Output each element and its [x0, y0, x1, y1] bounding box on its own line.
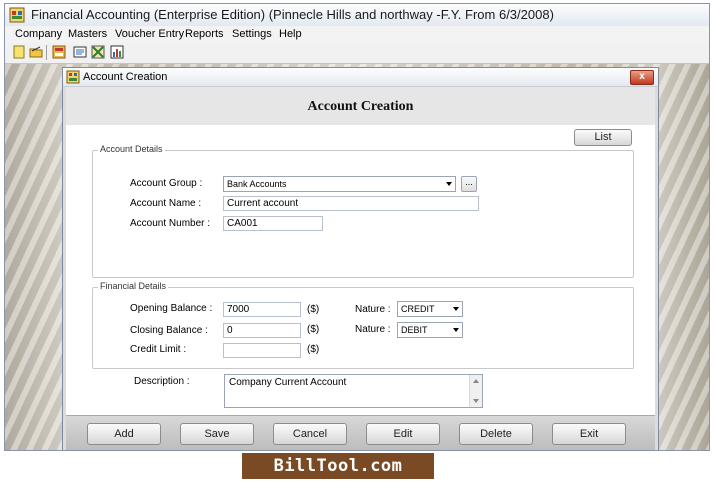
account-number-input[interactable]: CA001 — [223, 216, 323, 231]
nature-opening-label: Nature : — [355, 304, 391, 315]
account-details-legend: Account Details — [98, 144, 165, 154]
add-button[interactable]: Add — [87, 423, 161, 445]
credit-limit-unit: ($) — [307, 344, 320, 355]
calculator-icon[interactable] — [52, 45, 66, 59]
page-title: Account Creation — [307, 99, 414, 114]
menu-company[interactable]: Company — [15, 28, 62, 40]
window-title: Financial Accounting (Enterprise Edition… — [31, 7, 554, 22]
financial-details-legend: Financial Details — [98, 281, 169, 291]
action-bar: Add Save Cancel Edit Delete Exit — [66, 415, 655, 450]
dialog-title: Account Creation — [83, 71, 168, 83]
closing-balance-unit: ($) — [307, 324, 320, 335]
opening-balance-input[interactable]: 7000 — [223, 302, 301, 317]
menu-reports[interactable]: Reports — [185, 28, 224, 40]
chevron-down-icon — [453, 307, 459, 311]
nature-closing-value: DEBIT — [401, 325, 428, 335]
toolbar-separator — [46, 45, 47, 60]
account-name-input[interactable]: Current account — [223, 196, 479, 211]
nature-closing-select[interactable]: DEBIT — [397, 322, 463, 338]
menu-help[interactable]: Help — [279, 28, 302, 40]
edit-button[interactable]: Edit — [366, 423, 440, 445]
exit-button[interactable]: Exit — [552, 423, 626, 445]
account-creation-dialog: Account Creation x Account Creation List… — [62, 67, 659, 450]
description-scrollbar[interactable] — [469, 375, 482, 407]
dialog-app-icon — [66, 70, 80, 84]
account-group-label: Account Group : — [130, 178, 203, 189]
open-icon[interactable] — [29, 45, 43, 59]
account-details-group: Account Details Account Group : Bank Acc… — [92, 144, 634, 278]
browse-button[interactable]: ... — [461, 176, 477, 192]
account-number-label: Account Number : — [130, 218, 211, 229]
save-button[interactable]: Save — [180, 423, 254, 445]
menu-bar: Company Masters Voucher Entry Reports Se… — [5, 26, 709, 44]
description-label: Description : — [134, 376, 190, 387]
opening-balance-unit: ($) — [307, 304, 320, 315]
scroll-down-icon[interactable] — [473, 399, 479, 403]
report-icon[interactable] — [73, 45, 87, 59]
dialog-content: List Account Details Account Group : Ban… — [66, 125, 655, 415]
account-group-select[interactable]: Bank Accounts — [223, 176, 456, 192]
new-icon[interactable] — [12, 45, 26, 59]
cancel-button[interactable]: Cancel — [273, 423, 347, 445]
list-button[interactable]: List — [574, 129, 632, 146]
nature-opening-select[interactable]: CREDIT — [397, 301, 463, 317]
nature-closing-label: Nature : — [355, 324, 391, 335]
menu-settings[interactable]: Settings — [232, 28, 272, 40]
toolbar — [5, 43, 709, 64]
account-group-value: Bank Accounts — [227, 179, 287, 189]
title-bar[interactable]: Financial Accounting (Enterprise Edition… — [5, 4, 709, 27]
credit-limit-input[interactable] — [223, 343, 301, 358]
delete-button[interactable]: Delete — [459, 423, 533, 445]
opening-balance-label: Opening Balance : — [130, 303, 213, 314]
main-window: Financial Accounting (Enterprise Edition… — [4, 3, 710, 451]
chart-icon[interactable] — [110, 45, 124, 59]
chevron-down-icon — [453, 328, 459, 332]
nature-opening-value: CREDIT — [401, 304, 435, 314]
account-name-label: Account Name : — [130, 198, 202, 209]
dialog-header: Account Creation — [66, 87, 655, 125]
description-value: Company Current Account — [229, 377, 347, 388]
settings-icon[interactable] — [91, 45, 105, 59]
description-textarea[interactable]: Company Current Account — [224, 374, 483, 408]
menu-masters[interactable]: Masters — [68, 28, 107, 40]
dialog-title-bar[interactable]: Account Creation x — [63, 68, 658, 87]
financial-details-group: Financial Details Opening Balance : 7000… — [92, 281, 634, 369]
billtool-logo: BillTool.com — [242, 453, 434, 479]
app-logo-icon — [9, 7, 25, 23]
chevron-down-icon — [446, 182, 452, 186]
closing-balance-input[interactable]: 0 — [223, 323, 301, 338]
close-button[interactable]: x — [630, 70, 654, 85]
credit-limit-label: Credit Limit : — [130, 344, 187, 355]
menu-voucher-entry[interactable]: Voucher Entry — [115, 28, 184, 40]
scroll-up-icon[interactable] — [473, 379, 479, 383]
closing-balance-label: Closing Balance : — [130, 325, 208, 336]
